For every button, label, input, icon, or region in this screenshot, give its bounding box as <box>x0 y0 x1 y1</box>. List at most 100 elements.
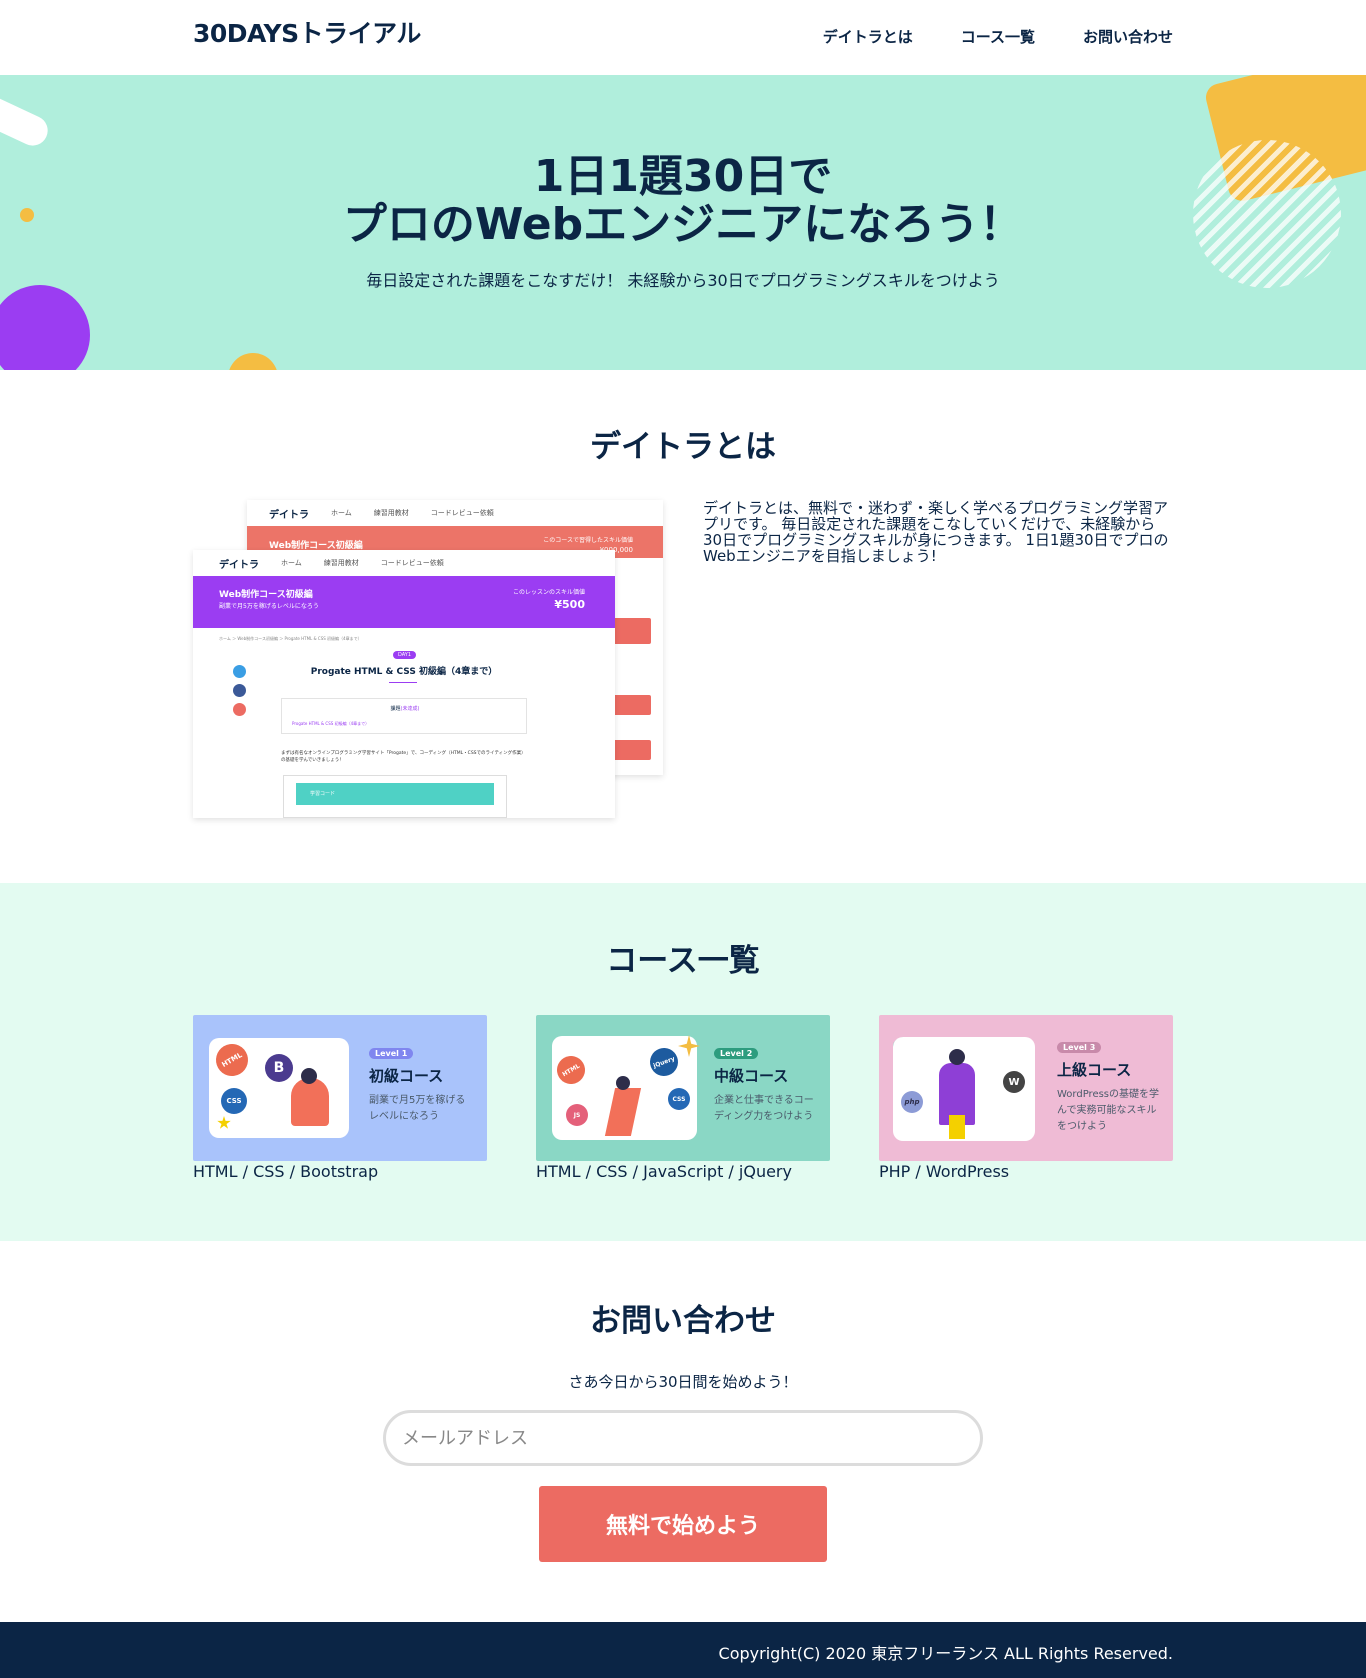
course-desc-line-2: ディング力をつけよう <box>714 1111 814 1122</box>
screenshot-back-appname: デイトラ <box>269 509 309 521</box>
course-illustration: HTML jQuery CSS JS <box>552 1036 697 1140</box>
course-level-badge: Level 3 <box>1057 1042 1102 1053</box>
main-nav: デイトラとは コース一覧 お問い合わせ <box>823 26 1173 47</box>
about-title: デイトラとは <box>590 429 776 465</box>
person-legs <box>949 1115 965 1139</box>
screenshot-front-appname: デイトラ <box>219 559 259 571</box>
start-free-button[interactable]: 無料で始めよう <box>539 1486 827 1562</box>
course-illustration: php W <box>893 1037 1035 1141</box>
screenshot-breadcrumb: ホーム ＞ Web制作コース初級編 ＞ Progate HTML & CSS 初… <box>219 636 362 641</box>
hero-subtitle: 毎日設定された課題をこなすだけ！ 未経験から30日でプログラミングスキルをつけよ… <box>366 271 1000 290</box>
hero-deco-purple-circle <box>0 285 90 370</box>
course-desc-line-2: んで実務可能なスキル <box>1057 1105 1157 1116</box>
course-card-intermediate[interactable]: HTML jQuery CSS JS Level 2 中級コース 企業と仕事でき… <box>536 1015 830 1161</box>
course-name: 初級コース <box>369 1067 444 1085</box>
screenshot-code-bar: 学習コード <box>296 783 494 805</box>
course-tags-intermediate: HTML / CSS / JavaScript / jQuery <box>536 1162 792 1181</box>
screenshot-code-box: 学習コード <box>283 775 507 818</box>
about-description: デイトラとは、無料で・迷わず・楽しく学べるプログラミング学習アプリです。 毎日設… <box>703 499 1169 565</box>
screenshot-day-badge: DAY1 <box>393 651 417 659</box>
person-head <box>301 1068 317 1084</box>
course-tags-advanced: PHP / WordPress <box>879 1162 1010 1181</box>
css-badge-icon: CSS <box>668 1088 690 1110</box>
screenshot-lesson-title: Progate HTML & CSS 初級編（4章まで） <box>310 667 498 677</box>
css-badge-label: CSS <box>672 1095 686 1103</box>
html-badge-icon: HTML <box>210 1038 254 1082</box>
course-desc-line-1: 副業で月5万を稼げる <box>369 1095 466 1106</box>
html-badge-icon: HTML <box>552 1050 591 1090</box>
person-illustration <box>291 1078 329 1126</box>
course-name: 上級コース <box>1057 1061 1132 1079</box>
screenshot-front-banner-sub: 副業で月5万を稼げるレベルになろう <box>219 603 319 610</box>
css-badge-label: CSS <box>226 1097 242 1105</box>
screenshot-front-window: デイトラ ホーム 練習用教材 コードレビュー依頼 Web制作コース初級編 副業で… <box>193 550 615 818</box>
courses-title: コース一覧 <box>606 943 760 979</box>
screenshot-front-nav-home: ホーム <box>281 559 302 567</box>
php-badge-label: php <box>904 1098 920 1106</box>
course-illustration: HTML B CSS <box>209 1038 349 1138</box>
hero-title-line-2: プロのWebエンジニアになろう！ <box>342 199 1024 250</box>
course-desc-line-2: レベルになろう <box>369 1111 439 1122</box>
screenshot-task-status: (未達成) <box>400 706 420 712</box>
screenshot-front-skill-label: このレッスンのスキル価値 <box>512 589 585 596</box>
html-badge-label: HTML <box>561 1062 581 1078</box>
hero-title-line-1: 1日1題30日で <box>533 151 833 202</box>
screenshot-front-banner: Web制作コース初級編 副業で月5万を稼げるレベルになろう このレッスンのスキル… <box>193 576 615 628</box>
php-badge-icon: php <box>901 1091 923 1113</box>
screenshot-back-navbar: デイトラ ホーム 練習用教材 コードレビュー依頼 <box>247 500 663 526</box>
site-header: 30DAYSトライアル デイトラとは コース一覧 お問い合わせ <box>0 0 1366 75</box>
screenshot-back-nav-home: ホーム <box>331 509 352 517</box>
app-screenshot: デイトラ ホーム 練習用教材 コードレビュー依頼 Web制作コース初級編 このコ… <box>193 500 663 818</box>
star-deco-icon <box>217 1116 231 1129</box>
person-head <box>949 1049 965 1065</box>
person-illustration <box>604 1088 642 1136</box>
jquery-badge-label: jQuery <box>652 1054 676 1070</box>
screenshot-front-navbar: デイトラ ホーム 練習用教材 コードレビュー依頼 <box>193 550 615 576</box>
person-head <box>616 1076 630 1090</box>
hero-title: 1日1題30日で プロのWebエンジニアになろう！ <box>0 153 1366 249</box>
course-desc-line-3: をつけよう <box>1057 1121 1107 1132</box>
bootstrap-badge-label: B <box>273 1060 285 1076</box>
course-level-badge: Level 1 <box>369 1048 414 1059</box>
screenshot-share-link-icon <box>233 703 246 716</box>
screenshot-front-skill-value: ¥500 <box>554 598 585 611</box>
hero-deco-white-stroke <box>0 89 53 151</box>
css-badge-icon: CSS <box>221 1088 247 1114</box>
site-footer: Copyright(C) 2020 東京フリーランス ALL Rights Re… <box>0 1622 1366 1678</box>
contact-lead: さあ今日から30日間を始めよう！ <box>568 1373 798 1391</box>
wordpress-badge-label: W <box>1008 1076 1020 1088</box>
nav-link-about[interactable]: デイトラとは <box>823 26 913 47</box>
js-badge-icon: JS <box>566 1104 588 1126</box>
site-logo[interactable]: 30DAYSトライアル <box>193 14 421 50</box>
screenshot-share-twitter-icon <box>233 665 246 678</box>
contact-title: お問い合わせ <box>590 1303 776 1339</box>
course-level-badge: Level 2 <box>714 1048 759 1059</box>
course-card-advanced[interactable]: php W Level 3 上級コース WordPressの基礎を学 んで実務可… <box>879 1015 1173 1161</box>
hero-section: 1日1題30日で プロのWebエンジニアになろう！ 毎日設定された課題をこなすだ… <box>0 75 1366 370</box>
bootstrap-badge-icon: B <box>265 1054 293 1082</box>
hero-deco-yellow-half <box>228 353 278 370</box>
screenshot-task-heading-label: 課題 <box>390 706 401 712</box>
nav-link-contact[interactable]: お問い合わせ <box>1083 26 1173 47</box>
screenshot-back-skill-label: このコースで習得したスキル価値 <box>543 537 633 544</box>
screenshot-share-facebook-icon <box>233 684 246 697</box>
course-card-beginner[interactable]: HTML B CSS Level 1 初級コース 副業で月5万を稼げる レベルに… <box>193 1015 487 1161</box>
screenshot-task-box: 課題(未達成) Progate HTML & CSS 初級編（4章まで） <box>281 698 527 734</box>
email-input[interactable] <box>383 1410 983 1466</box>
nav-link-courses[interactable]: コース一覧 <box>961 26 1035 47</box>
jquery-badge-icon: jQuery <box>646 1044 682 1080</box>
screenshot-back-nav-materials: 練習用教材 <box>373 509 409 517</box>
screenshot-front-nav-materials: 練習用教材 <box>323 559 359 567</box>
screenshot-task-heading: 課題(未達成) <box>282 705 528 712</box>
js-badge-label: JS <box>573 1111 581 1119</box>
screenshot-divider <box>389 682 417 683</box>
course-name: 中級コース <box>714 1067 789 1085</box>
course-desc-line-1: WordPressの基礎を学 <box>1057 1089 1160 1100</box>
screenshot-body-text: まずは有名なオンラインプログラミング学習サイト「Progate」で、コーディング… <box>281 751 526 763</box>
html-badge-label: HTML <box>220 1051 244 1069</box>
screenshot-task-item: Progate HTML & CSS 初級編（4章まで） <box>292 721 370 726</box>
wordpress-badge-icon: W <box>1003 1071 1025 1093</box>
screenshot-front-banner-title: Web制作コース初級編 <box>219 590 313 600</box>
screenshot-front-nav-review: コードレビュー依頼 <box>380 559 444 567</box>
screenshot-code-label: 学習コード <box>310 791 336 797</box>
